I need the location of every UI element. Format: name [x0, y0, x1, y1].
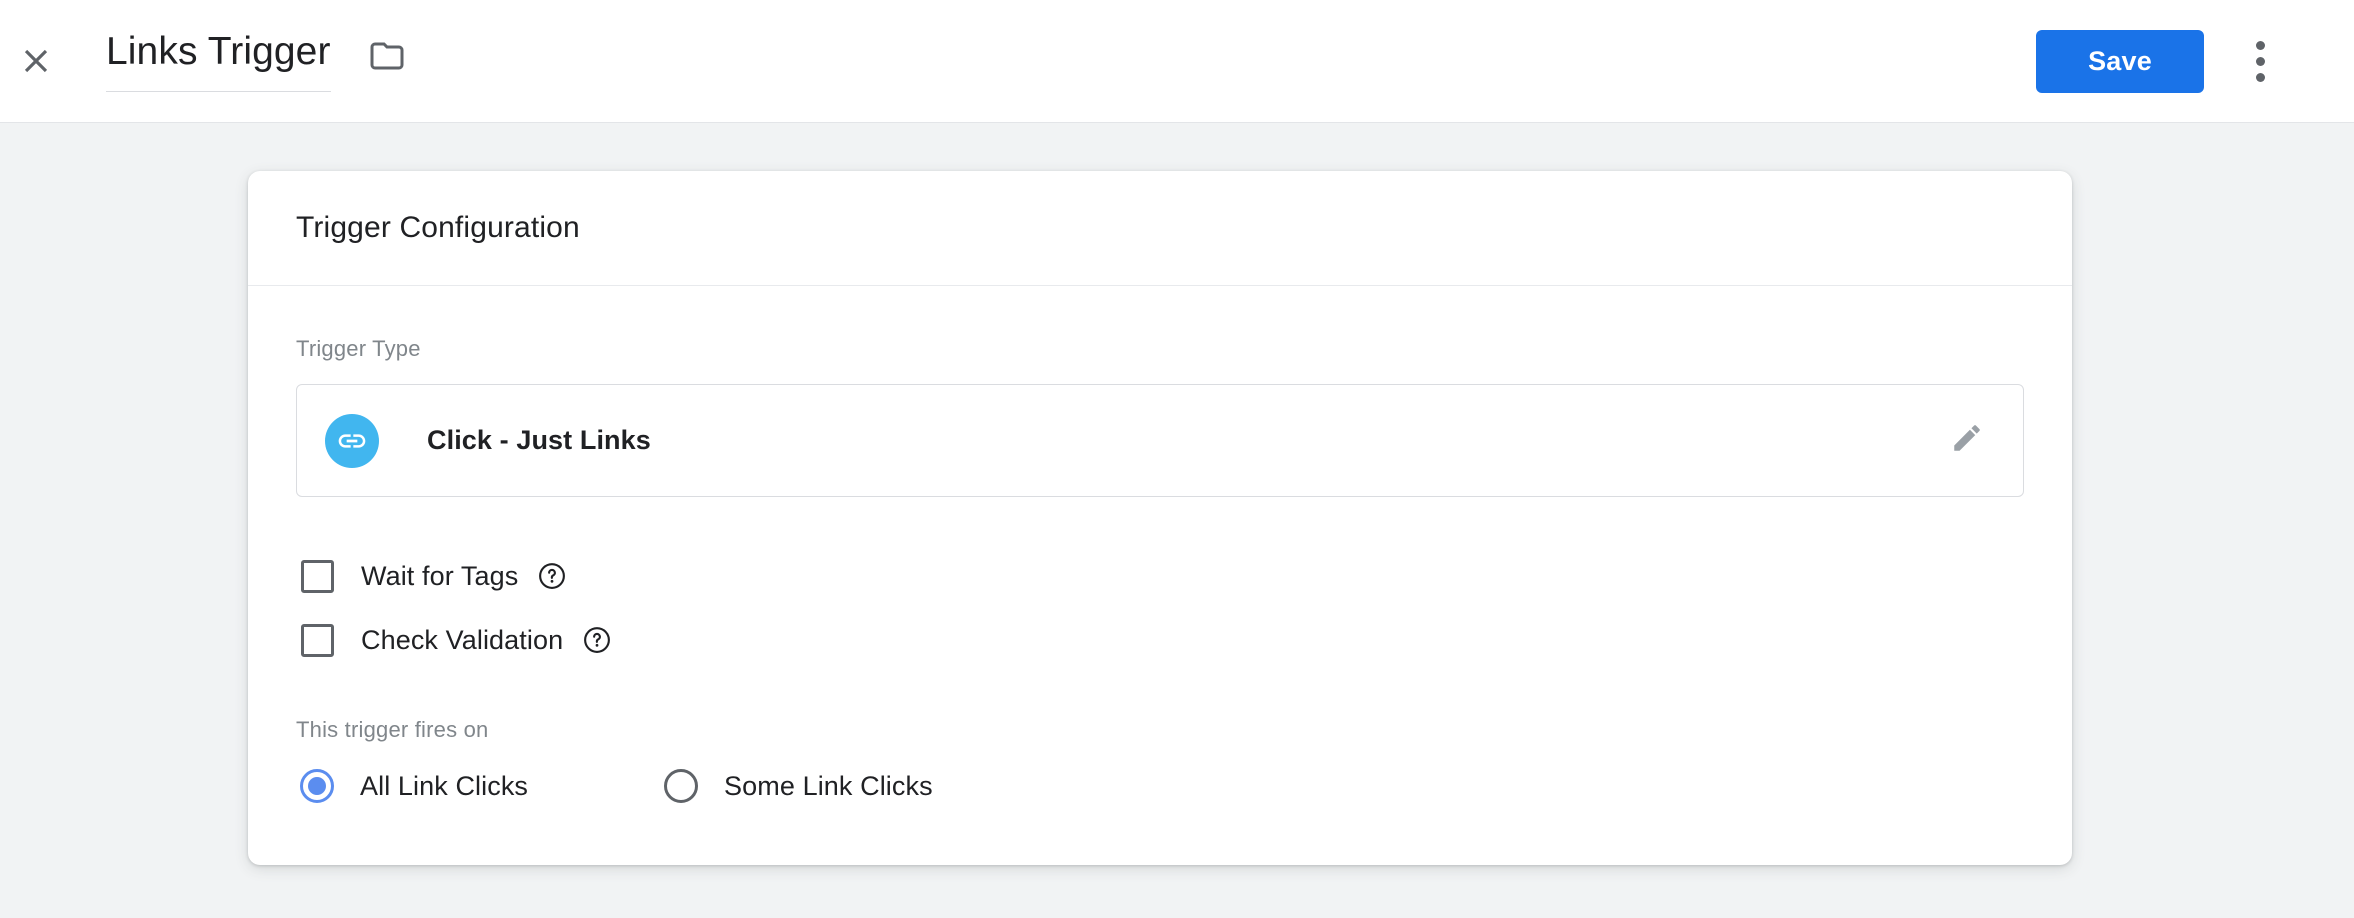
radio-some-link-clicks[interactable]: Some Link Clicks	[660, 769, 933, 803]
trigger-name-input[interactable]: Links Trigger	[106, 30, 331, 92]
edit-trigger-type-button[interactable]	[1943, 417, 1991, 465]
title-area: Links Trigger	[106, 30, 2036, 92]
link-icon	[325, 413, 379, 468]
check-validation-row[interactable]: Check Validation	[296, 613, 2024, 667]
check-validation-checkbox[interactable]	[301, 623, 334, 657]
trigger-configuration-card: Trigger Configuration Trigger Type Click…	[248, 171, 2072, 865]
main-content: Trigger Configuration Trigger Type Click…	[0, 123, 2354, 918]
close-button[interactable]	[0, 25, 72, 97]
check-validation-label[interactable]: Check Validation	[361, 625, 563, 656]
card-body: Trigger Type Click - Just Links Wait for…	[248, 286, 2072, 865]
close-icon	[17, 42, 55, 80]
folder-icon	[369, 38, 405, 79]
fires-on-radio-group: All Link Clicks Some Link Clicks	[296, 769, 2024, 803]
trigger-options-list: Wait for Tags Check Validation	[296, 549, 2024, 667]
wait-for-tags-checkbox[interactable]	[301, 559, 334, 593]
radio-some-link-clicks-label[interactable]: Some Link Clicks	[724, 771, 933, 802]
trigger-type-selector[interactable]: Click - Just Links	[296, 384, 2024, 497]
card-header: Trigger Configuration	[248, 171, 2072, 286]
radio-circle-selected-icon[interactable]	[300, 769, 334, 803]
pencil-icon	[1950, 421, 1984, 460]
radio-all-link-clicks-label[interactable]: All Link Clicks	[360, 771, 528, 802]
radio-circle-icon[interactable]	[664, 769, 699, 803]
more-vert-icon	[2255, 40, 2265, 82]
help-circle-icon[interactable]	[537, 561, 567, 591]
card-title: Trigger Configuration	[296, 211, 580, 244]
wait-for-tags-label[interactable]: Wait for Tags	[361, 561, 518, 592]
fires-on-label: This trigger fires on	[296, 717, 489, 742]
folder-button[interactable]	[361, 32, 413, 84]
trigger-type-label: Trigger Type	[296, 336, 421, 361]
help-circle-icon[interactable]	[582, 625, 612, 655]
more-options-button[interactable]	[2222, 23, 2298, 99]
radio-all-link-clicks[interactable]: All Link Clicks	[296, 769, 528, 803]
app-top-bar: Links Trigger Save	[0, 0, 2354, 123]
save-button[interactable]: Save	[2036, 29, 2204, 93]
top-bar-actions: Save	[2036, 23, 2298, 99]
trigger-type-value: Click - Just Links	[427, 425, 651, 455]
wait-for-tags-row[interactable]: Wait for Tags	[296, 549, 2024, 603]
